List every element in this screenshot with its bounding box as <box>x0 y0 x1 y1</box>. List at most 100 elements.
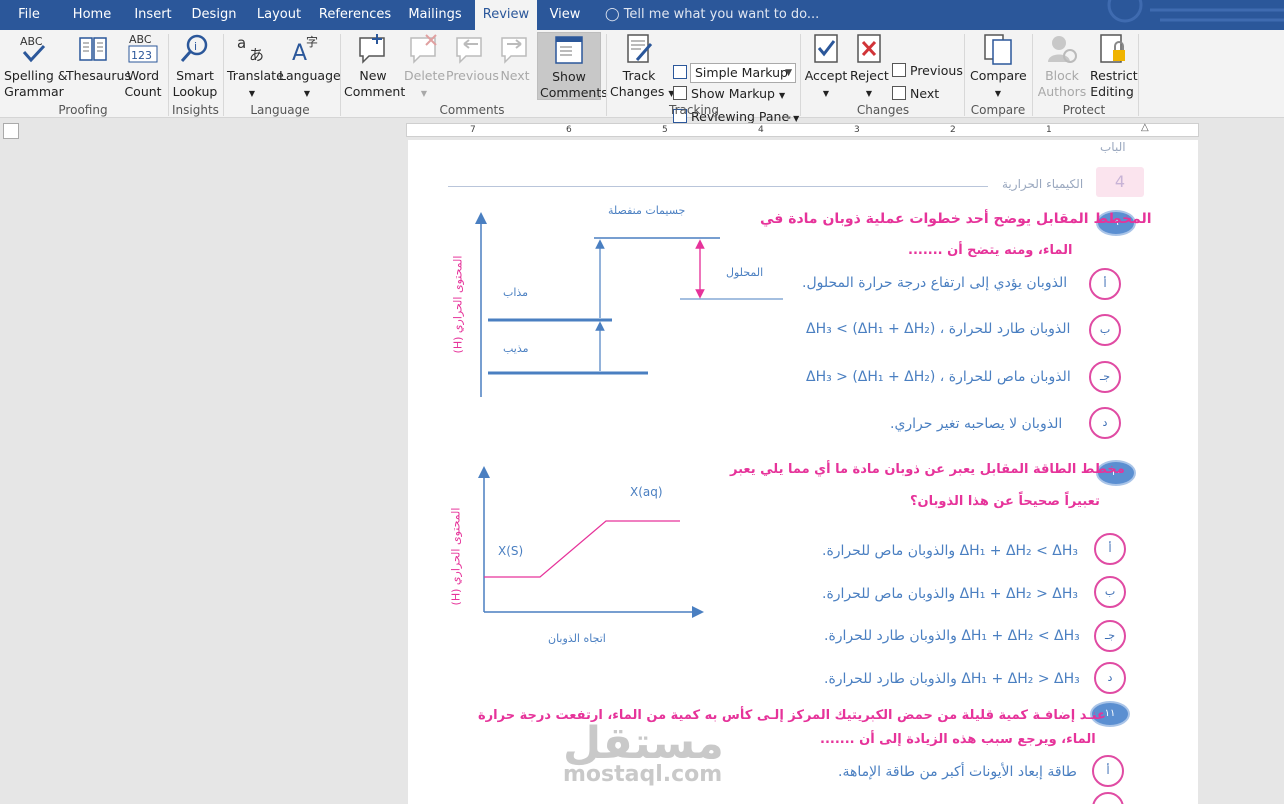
chapter-number-badge: 4 <box>1096 167 1144 197</box>
show-markup-button[interactable]: Show Markup ▼ <box>673 85 785 105</box>
previous-comment-button[interactable]: Previous <box>446 32 499 84</box>
group-compare: Compare <box>970 103 1026 117</box>
group-insights: Insights <box>172 103 219 117</box>
show-comments-button[interactable]: Show Comments <box>537 32 608 100</box>
question-text: المخطط المقابل يوضح أحد خطوات عملية ذوبا… <box>760 211 1152 227</box>
language-dropdown-icon: ▼ <box>303 89 311 98</box>
tab-view[interactable]: View <box>545 0 585 30</box>
translate-button[interactable]: aあ Translate ▼ <box>227 32 284 102</box>
option-letter[interactable]: أ <box>1092 755 1124 787</box>
track-changes-button[interactable]: Track Changes ▼ <box>610 32 675 102</box>
option-letter[interactable]: أ <box>1094 533 1126 565</box>
diagram-x-axis-label: اتجاه الذوبان <box>548 632 606 645</box>
reject-dropdown-icon: ▼ <box>865 89 873 98</box>
restrict-label: Restrict <box>1090 68 1138 83</box>
next-change-button[interactable]: Next <box>892 85 939 103</box>
language-button[interactable]: A字 Language ▼ <box>279 32 341 102</box>
tab-mailings[interactable]: Mailings <box>404 0 466 30</box>
tab-references[interactable]: References <box>318 0 392 30</box>
document-page[interactable]: الباب الكيمياء الحرارية 4 ٩ المخطط المقا… <box>408 140 1198 804</box>
option-letter-partial[interactable] <box>1092 792 1124 804</box>
language-icon: A字 <box>292 34 318 66</box>
show-markup-dropdown-icon: ▼ <box>778 91 786 100</box>
reject-icon <box>857 34 881 63</box>
authors-label: Authors <box>1037 84 1087 99</box>
svg-text:123: 123 <box>131 49 152 62</box>
option-text: ΔH₁ + ΔH₂ < ΔH₃ والذوبان ماص للحرارة. <box>822 543 1079 559</box>
smart-lookup-button[interactable]: i Smart Lookup <box>172 32 218 100</box>
delete-label: Delete <box>404 68 446 83</box>
tab-home[interactable]: Home <box>66 0 118 30</box>
option-text: الذوبان لا يصاحبه تغير حراري. <box>890 416 1063 432</box>
running-header: الباب <box>1100 140 1126 154</box>
tab-design[interactable]: Design <box>188 0 240 30</box>
option-letter[interactable]: جـ <box>1089 361 1121 393</box>
previous-change-button[interactable]: Previous <box>892 62 963 80</box>
svg-text:i: i <box>194 40 197 53</box>
next-change-label: Next <box>910 86 940 101</box>
track-label: Track <box>622 68 656 83</box>
previous-change-label: Previous <box>910 63 963 78</box>
option-letter[interactable]: أ <box>1089 268 1121 300</box>
markup-select[interactable]: Simple Markup ▼ <box>690 63 796 83</box>
translate-dropdown-icon: ▼ <box>248 89 256 98</box>
indent-marker-icon[interactable]: △ <box>1141 122 1149 133</box>
translate-icon: aあ <box>237 34 264 64</box>
previous-comment-icon <box>456 37 482 64</box>
option-letter[interactable]: د <box>1094 662 1126 694</box>
track-changes-icon <box>627 34 653 63</box>
tell-me-search[interactable]: ◯ Tell me what you want to do... <box>605 0 819 30</box>
restrict-editing-button[interactable]: Restrict Editing <box>1090 32 1138 100</box>
ribbon: ABC Spelling & Grammar Thesaurus ABC 123 W… <box>0 30 1284 124</box>
accept-dropdown-icon: ▼ <box>822 89 830 98</box>
previous-label: Previous <box>446 68 499 83</box>
lightbulb-icon: ◯ <box>605 7 620 22</box>
option-text: ΔH₁ + ΔH₂ < ΔH₃ والذوبان طارد للحرارة. <box>824 628 1080 644</box>
delete-comment-button[interactable]: Delete ▼ <box>404 32 446 102</box>
translate-label: Translate <box>227 68 284 83</box>
thesaurus-button[interactable]: Thesaurus <box>66 32 131 84</box>
diagram-label-solvent: مذيب <box>503 342 529 355</box>
ruler-tick: 2 <box>950 125 956 135</box>
changes-label: Changes <box>610 84 665 99</box>
horizontal-ruler[interactable]: 7 6 5 4 3 2 1 △ <box>406 122 1199 137</box>
new-comment-button[interactable]: New Comment <box>344 32 405 100</box>
diagram-y-axis-label: المحتوى الحراري (H) <box>451 255 465 354</box>
tracking-dialog-launcher-icon[interactable]: ↘ <box>784 112 792 122</box>
diagram-label-separated: جسيمات منفصلة <box>608 204 686 217</box>
svg-text:あ: あ <box>249 46 264 64</box>
compare-button[interactable]: Compare ▼ <box>970 32 1027 102</box>
tab-file[interactable]: File <box>10 0 48 30</box>
reject-button[interactable]: Reject ▼ <box>850 32 889 102</box>
option-letter[interactable]: ب <box>1094 576 1126 608</box>
group-tracking: Tracking <box>669 103 719 117</box>
accept-button[interactable]: Accept ▼ <box>804 32 848 102</box>
spelling-grammar-button[interactable]: ABC Spelling & Grammar <box>4 32 68 100</box>
tab-stop-selector[interactable] <box>3 123 19 139</box>
group-separator <box>964 34 965 116</box>
option-letter[interactable]: د <box>1089 407 1121 439</box>
question-text: الماء، ويرجع سبب هذه الزيادة إلى أن ....… <box>820 732 1096 747</box>
tab-review[interactable]: Review <box>475 0 537 30</box>
next-change-icon <box>892 86 906 100</box>
question-text: تعبيراً صحيحاً عن هذا الذوبان؟ <box>910 494 1100 509</box>
tab-layout[interactable]: Layout <box>250 0 308 30</box>
option-letter[interactable]: جـ <box>1094 620 1126 652</box>
ruler-tick: 5 <box>662 125 668 135</box>
show-label: Show <box>552 69 586 84</box>
next-comment-button[interactable]: Next <box>496 32 534 84</box>
next-comment-icon <box>501 37 527 64</box>
new-comment-icon <box>359 34 385 64</box>
option-text: ΔH₁ + ΔH₂ > ΔH₃ والذوبان طارد للحرارة. <box>824 671 1080 687</box>
group-separator <box>223 34 224 116</box>
reject-label: Reject <box>850 68 889 83</box>
editing-label: Editing <box>1090 84 1134 99</box>
block-authors-button[interactable]: Block Authors <box>1036 32 1088 100</box>
option-letter[interactable]: ب <box>1089 314 1121 346</box>
show-markup-label: Show Markup <box>691 86 775 101</box>
tab-insert[interactable]: Insert <box>128 0 178 30</box>
diagram-label-solute: مذاب <box>503 286 529 299</box>
spelling-label: Spelling & <box>4 68 68 83</box>
language-label: Language <box>279 68 341 83</box>
word-count-button[interactable]: ABC 123 Word Count <box>122 32 164 100</box>
